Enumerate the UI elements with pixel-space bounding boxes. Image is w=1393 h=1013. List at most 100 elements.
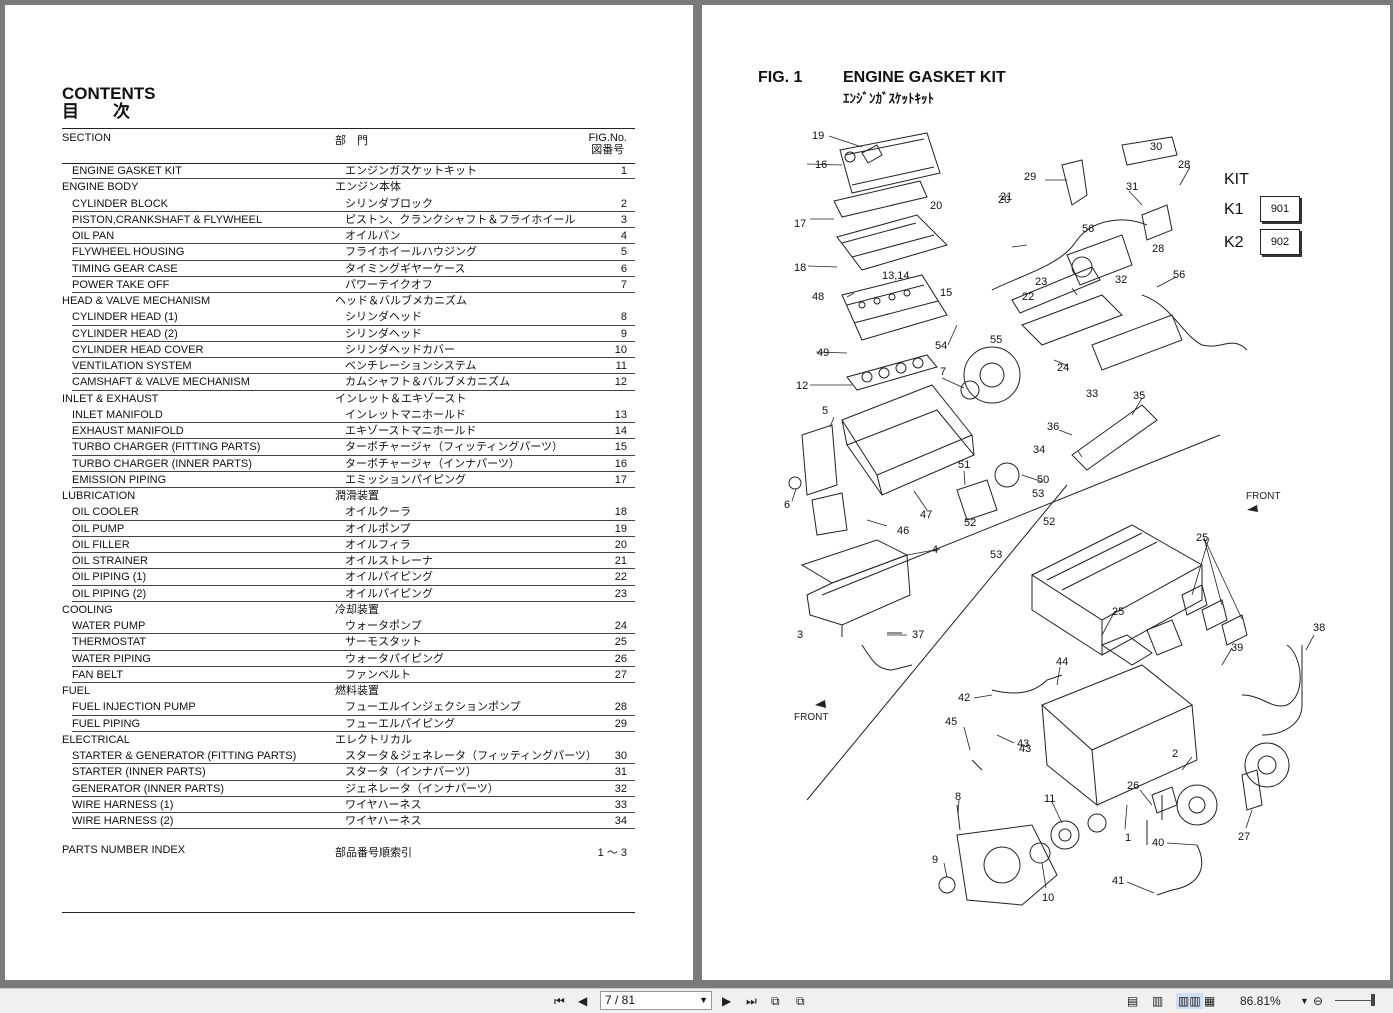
toc-en: CYLINDER HEAD COVER [72, 343, 204, 356]
toc-entry[interactable]: OIL STRAINER オイルストレーナ 21 [62, 553, 635, 570]
toc-en: CYLINDER HEAD (2) [72, 327, 178, 340]
toc-jp: フューエルインジェクションポンプ [345, 701, 521, 714]
toc-section-heading: LUBRICATION 潤滑装置 [62, 488, 635, 504]
toc-en: EXHAUST MANIFOLD [72, 425, 184, 437]
toc-entry[interactable]: STARTER (INNER PARTS) スタータ（インナパーツ） 31 [62, 764, 635, 781]
chevron-down-icon: ▼ [699, 995, 708, 1005]
toc-section-heading: INLET & EXHAUST インレット＆エキゾースト [62, 391, 635, 407]
toc-jp: オイルパイピング [345, 587, 433, 600]
toc-entry[interactable]: OIL FILLER オイルフィラ 20 [62, 537, 635, 554]
separator-line-upper [821, 434, 1221, 596]
toc-en: TIMING GEAR CASE [72, 262, 178, 275]
toc-entry[interactable]: CYLINDER HEAD COVER シリンダヘッドカバー 10 [62, 342, 635, 359]
callout-2: 2 [1172, 748, 1178, 760]
toc-entry[interactable]: FAN BELT ファンベルト 27 [62, 667, 635, 684]
zoom-slider-track[interactable] [1335, 1000, 1375, 1001]
front-arrow-icon [1247, 505, 1258, 512]
toc-en: INLET MANIFOLD [72, 408, 163, 421]
callout-4: 4 [932, 544, 938, 556]
toc-entry[interactable]: OIL PIPING (1) オイルパイピング 22 [62, 569, 635, 586]
toc-en: THERMOSTAT [72, 636, 147, 649]
toc-jp: ワイヤハーネス [345, 798, 422, 811]
toc-entry[interactable]: CYLINDER HEAD (2) シリンダヘッド 9 [62, 326, 635, 343]
toc-entry[interactable]: TURBO CHARGER (FITTING PARTS) ターボチャージャ（フィ… [62, 439, 635, 456]
toc-entry[interactable]: OIL PAN オイルパン 4 [62, 228, 635, 245]
toc-entry[interactable]: POWER TAKE OFF パワーテイクオフ 7 [62, 277, 635, 294]
callout-18: 18 [794, 262, 806, 274]
toc-entry[interactable]: FUEL PIPING フューエルパイピング 29 [62, 716, 635, 733]
toc-en: STARTER (INNER PARTS) [72, 766, 206, 779]
toc-entry[interactable]: GENERATOR (INNER PARTS) ジェネレータ（インナパーツ） 32 [62, 781, 635, 798]
toc-entry[interactable]: STARTER & GENERATOR (FITTING PARTS) スタータ＆… [62, 748, 635, 765]
facing-icon[interactable]: ▥▥ [1176, 993, 1203, 1009]
toc-entry[interactable]: OIL COOLER オイルクーラ 18 [62, 504, 635, 521]
toc-entry[interactable]: OIL PUMP オイルポンプ 19 [62, 521, 635, 538]
toc-jp: フライホイールハウジング [345, 246, 477, 259]
toc-entry[interactable]: OIL PIPING (2) オイルパイピング 23 [62, 586, 635, 603]
toc-entry[interactable]: CYLINDER BLOCK シリンダブロック 2 [62, 196, 635, 213]
callout-1: 1 [1125, 832, 1131, 844]
zoom-out-icon[interactable]: ⊖ [1313, 993, 1323, 1009]
toc-jp: オイルポンプ [345, 522, 411, 535]
toc-en: FLYWHEEL HOUSING [72, 246, 185, 259]
toc-entry[interactable]: WATER PIPING ウォータパイピング 26 [62, 651, 635, 668]
prev-view-icon[interactable]: ⧉ [771, 993, 780, 1009]
toc-jp: エキゾーストマニホールド [345, 425, 477, 437]
toc-no: 8 [620, 311, 627, 324]
toc-en: VENTILATION SYSTEM [72, 360, 192, 372]
callout-6: 6 [784, 499, 790, 511]
zoom-dropdown-icon[interactable]: ▼ [1300, 993, 1309, 1009]
toc-entry[interactable]: PISTON,CRANKSHAFT & FLYWHEEL ピストン、クランクシャフ… [62, 212, 635, 229]
callout-24: 24 [1057, 362, 1069, 374]
toc-jp: サーモスタット [345, 636, 422, 649]
toc-header: SECTION 部 門 FIG.No. 図番号 [62, 128, 635, 164]
toc-en: TURBO CHARGER (INNER PARTS) [72, 457, 252, 470]
toc-entry[interactable]: TURBO CHARGER (INNER PARTS) ターボチャージャ（インナパ… [62, 456, 635, 473]
parts-number-index-row[interactable]: PARTS NUMBER INDEX 部品番号順索引 1 ～ 3 [62, 844, 635, 860]
callout-repeat: 53 [990, 549, 1002, 561]
callout-32: 32 [1115, 274, 1127, 286]
toc-no: 16 [614, 457, 627, 470]
toc-entry[interactable]: CYLINDER HEAD (1) シリンダヘッド 8 [62, 309, 635, 326]
continuous-facing-icon[interactable]: ▦ [1204, 993, 1215, 1009]
toc-no: 2 [620, 197, 627, 210]
toc-entry[interactable]: VENTILATION SYSTEM ベンチレーションシステム 11 [62, 358, 635, 375]
kit-k2-code: 902 [1260, 229, 1300, 255]
next-page-icon[interactable]: ▶ [722, 993, 731, 1009]
next-view-icon[interactable]: ⧉ [796, 993, 805, 1009]
single-page-icon[interactable]: ▤ [1127, 993, 1138, 1009]
toc-entry[interactable]: WATER PUMP ウォータポンプ 24 [62, 618, 635, 635]
toc-entry[interactable]: EXHAUST MANIFOLD エキゾーストマニホールド 14 [62, 423, 635, 440]
toc-no: 24 [614, 620, 627, 632]
toc-entry[interactable]: EMISSION PIPING エミッションパイピング 17 [62, 472, 635, 489]
toc-jp: ファンベルト [345, 668, 411, 681]
toc-entry[interactable]: ENGINE GASKET KIT エンジンガスケットキット 1 [62, 163, 635, 180]
zoom-value[interactable]: 86.81% [1240, 993, 1281, 1009]
callout-17: 17 [794, 218, 806, 230]
callout-20: 20 [930, 200, 942, 212]
first-page-icon[interactable]: ⏮ [554, 993, 565, 1009]
prev-page-icon[interactable]: ◀ [578, 993, 587, 1009]
toc-en: HEAD & VALVE MECHANISM [62, 295, 211, 307]
toc-jp: シリンダヘッド [345, 327, 422, 340]
toc-entry[interactable]: TIMING GEAR CASE タイミングギヤーケース 6 [62, 261, 635, 278]
last-page-icon[interactable]: ⏭ [746, 993, 757, 1009]
page-number-select[interactable]: 7 / 81 ▼ [600, 991, 712, 1010]
callout-3: 3 [797, 629, 803, 641]
zoom-slider-knob[interactable] [1371, 994, 1375, 1006]
toc-section-heading: ELECTRICAL エレクトリカル [62, 732, 635, 748]
toc-entry[interactable]: CAMSHAFT & VALVE MECHANISM カムシャフト＆バルブメカニズ… [62, 374, 635, 391]
toc-entry[interactable]: FLYWHEEL HOUSING フライホイールハウジング 5 [62, 244, 635, 261]
toc-entry[interactable]: INLET MANIFOLD インレットマニホールド 13 [62, 407, 635, 424]
callout-42: 42 [958, 692, 970, 704]
toc-entry[interactable]: FUEL INJECTION PUMP フューエルインジェクションポンプ 28 [62, 699, 635, 716]
toc-entry[interactable]: WIRE HARNESS (1) ワイヤハーネス 33 [62, 797, 635, 814]
callout-39: 39 [1231, 642, 1243, 654]
callout-27: 27 [1238, 831, 1250, 843]
continuous-icon[interactable]: ▥ [1152, 993, 1163, 1009]
toc-entry[interactable]: WIRE HARNESS (2) ワイヤハーネス 34 [62, 813, 635, 830]
toc-entry[interactable]: THERMOSTAT サーモスタット 25 [62, 634, 635, 651]
callout-49: 49 [817, 347, 829, 359]
toc-no: 23 [614, 587, 627, 600]
toc-section-heading: FUEL 燃料装置 [62, 683, 635, 699]
